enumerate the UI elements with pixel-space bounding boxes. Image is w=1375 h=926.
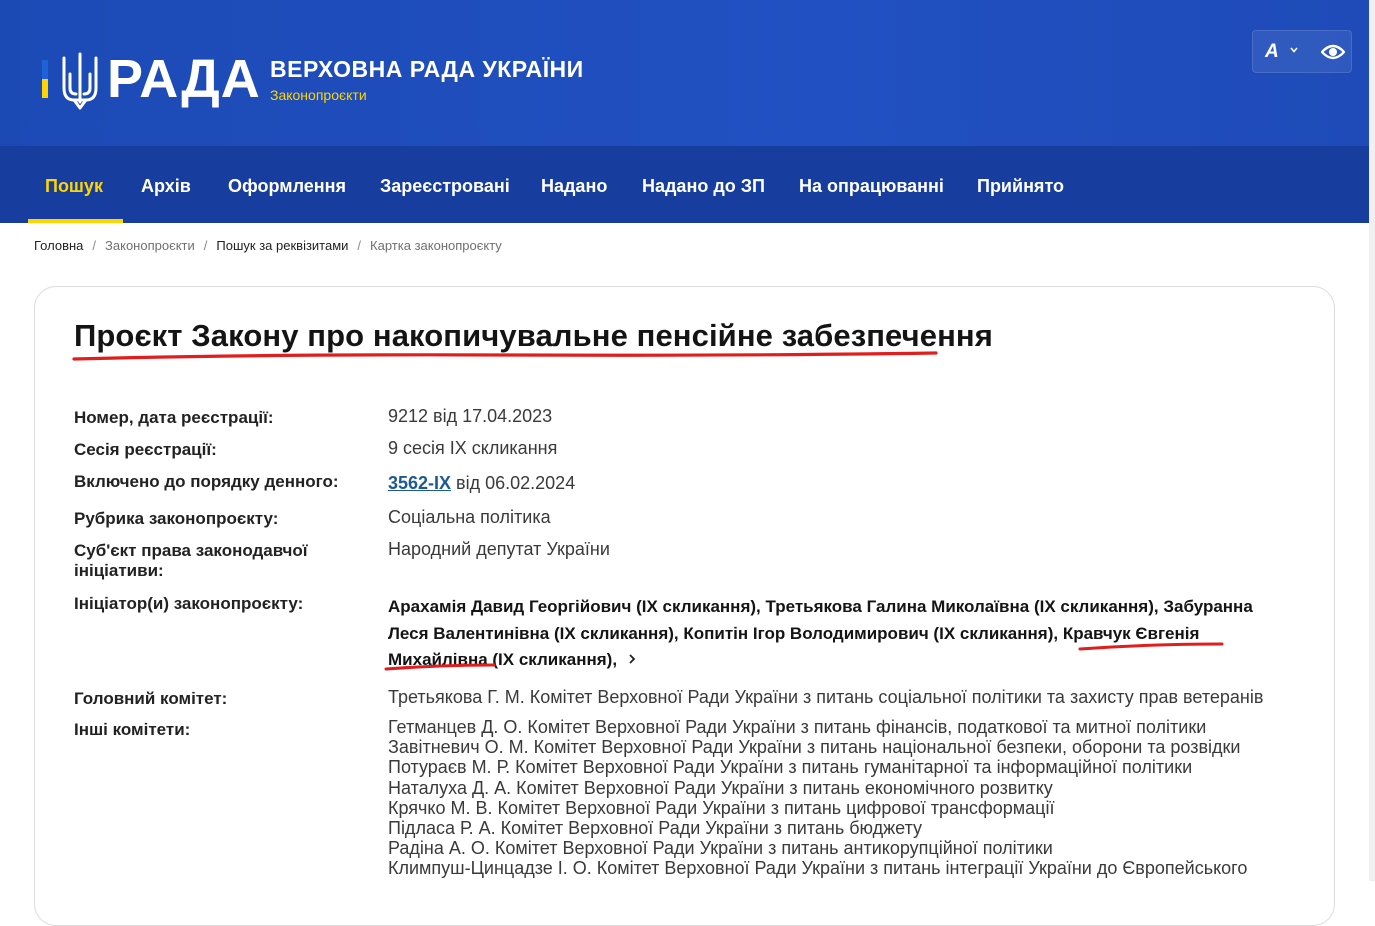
accessibility-tools: A [1252,30,1352,73]
agenda-resolution-link[interactable]: 3562-IX [388,473,451,493]
field-value-category: Соціальна політика [388,507,551,527]
logo-word[interactable]: РАДА [107,48,261,110]
field-label-subject-line2: ініціативи: [74,561,164,580]
breadcrumb-separator: / [203,238,208,253]
org-name[interactable]: ВЕРХОВНА РАДА УКРАЇНИ [270,56,584,83]
page-title: Проєкт Закону про накопичувальне пенсійн… [74,318,993,353]
initiators-line[interactable]: Арахамія Давид Георгійович (IX скликання… [388,594,1288,621]
scrollbar[interactable] [1369,0,1375,881]
chevron-down-icon[interactable] [1289,45,1299,55]
breadcrumb-separator: / [92,238,97,253]
field-value-subject: Народний депутат України [388,539,610,559]
field-value-session: 9 сесія IX скликання [388,438,558,458]
nav-item-in-progress[interactable]: На опрацюванні [799,146,944,223]
nav-item-submitted-zp[interactable]: Надано до ЗП [642,146,765,223]
field-label-category: Рубрика законопроєкту: [74,509,279,528]
list-item: Завітневич О. М. Комітет Верховної Ради … [388,737,1241,758]
field-value-number: 9212 від 17.04.2023 [388,406,553,426]
field-label-session: Сесія реєстрації: [74,440,217,459]
initiators-line[interactable]: Леся Валентинівна (IX скликання), Копиті… [388,621,1288,648]
breadcrumb-bills[interactable]: Законопроєкти [105,238,195,253]
nav-item-registered[interactable]: Зареєстровані [380,146,510,223]
chevron-right-icon[interactable] [627,653,637,665]
flag-stripe [42,60,48,98]
font-size-button[interactable]: A [1265,41,1279,63]
list-item: Потураєв М. Р. Комітет Верховної Ради Ук… [388,757,1193,778]
field-label-agenda: Включено до порядку денного: [74,472,339,491]
list-item: Крячко М. В. Комітет Верховної Ради Укра… [388,797,1055,818]
list-item: Гетманцев Д. О. Комітет Верховної Ради У… [388,717,1207,737]
field-label-subject: Суб'єкт права законодавчої ініціативи: [74,541,308,581]
site-header: РАДА ВЕРХОВНА РАДА УКРАЇНИ Законопроєкти… [0,0,1369,146]
other-committees-list: Гетманцев Д. О. Комітет Верховної Ради У… [388,717,1247,879]
nav-item-search[interactable]: Пошук [45,146,103,223]
initiators-line-text[interactable]: Михайлівна (IX скликання), [388,650,617,669]
list-item: Наталуха Д. А. Комітет Верховної Ради Ук… [388,777,1053,798]
field-label-main-committee: Головний комітет: [74,689,228,708]
field-label-initiators: Ініціатор(и) законопроєкту: [74,594,304,613]
breadcrumb-search[interactable]: Пошук за реквізитами [216,238,348,253]
list-item: Климпуш-Цинцадзе І. О. Комітет Верховної… [388,858,1248,879]
nav-item-archive[interactable]: Архів [141,146,191,223]
nav-active-indicator [28,219,123,223]
breadcrumb-home[interactable]: Головна [34,238,83,253]
breadcrumb: Головна / Законопроєкти / Пошук за реквізита… [34,238,502,253]
field-value-agenda: 3562-IX від 06.02.2024 [388,473,575,494]
initiators-line: Михайлівна (IX скликання), [388,647,1288,674]
org-subtitle[interactable]: Законопроєкти [270,87,367,103]
initiators-list: Арахамія Давид Георгійович (IX скликання… [388,594,1288,674]
main-nav: Пошук Архів Оформлення Зареєстровані Над… [0,146,1369,223]
nav-item-drafting[interactable]: Оформлення [228,146,346,223]
field-label-other-committees: Інші комітети: [74,720,191,739]
list-item: Радіна А. О. Комітет Верховної Ради Укра… [388,838,1053,859]
field-value-main-committee: Третьякова Г. М. Комітет Верховної Ради … [388,687,1264,707]
field-label-subject-line1: Суб'єкт права законодавчої [74,541,308,560]
breadcrumb-separator: / [357,238,362,253]
nav-item-adopted[interactable]: Прийнято [977,146,1064,223]
agenda-date: від 06.02.2024 [451,473,576,493]
breadcrumb-current: Картка законопроєкту [370,238,502,253]
nav-item-submitted[interactable]: Надано [541,146,607,223]
list-item: Підласа Р. А. Комітет Верховної Ради Укр… [388,817,923,838]
trident-icon[interactable] [60,52,100,110]
field-label-number: Номер, дата реєстрації: [74,408,274,427]
eye-icon[interactable] [1321,43,1345,61]
